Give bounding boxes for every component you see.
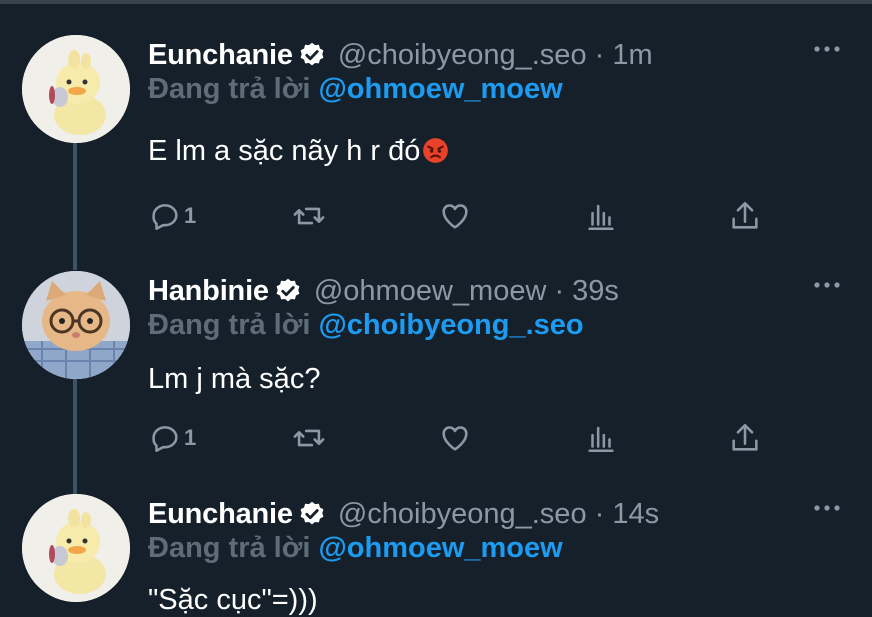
mention-link[interactable]: @ohmoew_moew [318, 73, 562, 105]
tweet-actions: 1 [148, 421, 788, 461]
heart-icon [442, 426, 468, 451]
avatar[interactable] [22, 35, 130, 143]
more-options-icon[interactable] [812, 43, 842, 55]
replying-to-label: Đang trả lời [148, 73, 319, 105]
avatar[interactable] [22, 271, 130, 379]
analytics-icon [588, 426, 614, 453]
thread-connector [73, 140, 77, 270]
verified-badge-icon [300, 501, 324, 525]
more-options-icon[interactable] [812, 502, 842, 514]
mention-link[interactable]: @choibyeong_.seo [318, 309, 583, 341]
tweet-text: Lm j mà sặc? [148, 363, 320, 396]
share-icon [732, 201, 758, 229]
like-button[interactable] [438, 199, 472, 233]
share-icon [732, 423, 758, 451]
handle-and-time[interactable]: @choibyeong_.seo · 14s [338, 498, 659, 531]
replying-to-label: Đang trả lời [148, 309, 319, 341]
replying-to: Đang trả lời @ohmoew_moew [148, 73, 563, 106]
display-name[interactable]: Eunchanie [148, 498, 293, 531]
duck-avatar-icon [22, 494, 130, 602]
retweet-button[interactable] [292, 199, 326, 233]
analytics-button[interactable] [584, 421, 618, 455]
tweet-actions: 1 [148, 199, 788, 239]
replying-to: Đang trả lời @choibyeong_.seo [148, 309, 584, 342]
like-button[interactable] [438, 421, 472, 455]
more-options-icon[interactable] [812, 279, 842, 291]
reply-button[interactable]: 1 [148, 199, 196, 233]
duck-avatar-icon [22, 35, 130, 143]
share-button[interactable] [728, 199, 762, 233]
reply-icon [152, 204, 178, 231]
reply-count: 1 [184, 203, 197, 228]
display-name[interactable]: Hanbinie [148, 275, 269, 308]
analytics-button[interactable] [584, 199, 618, 233]
tweet-text-content: Lm j mà sặc? [148, 363, 321, 395]
retweet-icon [293, 207, 325, 225]
cat-with-glasses-avatar-icon [22, 271, 130, 379]
mention-link[interactable]: @ohmoew_moew [318, 532, 562, 564]
tweet-text: "Sặc cục"=))) [148, 584, 318, 617]
analytics-icon [588, 204, 614, 231]
replying-to-label: Đang trả lời [148, 532, 319, 564]
reply-count: 1 [184, 425, 197, 450]
replying-to: Đang trả lời @ohmoew_moew [148, 532, 563, 565]
handle-and-time[interactable]: @choibyeong_.seo · 1m [338, 39, 653, 72]
tweet-text: E lm a sặc nãy h r đó [148, 135, 449, 168]
tweet-text-content: "Sặc cục"=))) [148, 584, 318, 616]
retweet-button[interactable] [292, 421, 326, 455]
display-name[interactable]: Eunchanie [148, 39, 293, 72]
verified-badge-icon [276, 278, 300, 302]
thread-connector [73, 378, 77, 494]
retweet-icon [293, 429, 325, 447]
heart-icon [442, 204, 468, 229]
top-divider [0, 0, 872, 4]
verified-badge-icon [300, 42, 324, 66]
tweet-text-content: E lm a sặc nãy h r đó [148, 135, 421, 167]
handle-and-time[interactable]: @ohmoew_moew · 39s [314, 275, 619, 308]
angry-face-icon [423, 138, 449, 163]
share-button[interactable] [728, 421, 762, 455]
reply-icon [152, 426, 178, 453]
reply-button[interactable]: 1 [148, 421, 196, 455]
avatar[interactable] [22, 494, 130, 602]
